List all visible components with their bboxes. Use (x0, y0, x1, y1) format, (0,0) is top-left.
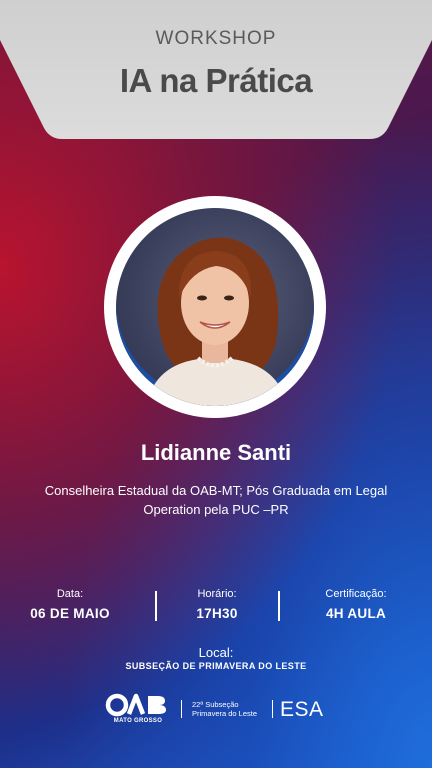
local-label: Local: (198, 645, 234, 660)
footer-logos: MATO GROSSO 22ª Subseção Primavera do Le… (0, 690, 432, 730)
info-date: Data: 06 DE MAIO (5, 588, 135, 621)
header-eyebrow: WORKSHOP (155, 28, 277, 49)
local-value: SUBSEÇÃO DE PRIMAVERA DO LESTE (125, 661, 307, 671)
oab-logo-subtitle: MATO GROSSO (113, 718, 163, 724)
subsecao-line1: 22ª Subseção (192, 700, 239, 709)
esa-logo: ESA (280, 698, 324, 721)
event-info-row: Data: 06 DE MAIO Horário: 17H30 Certific… (0, 588, 432, 628)
header-banner: WORKSHOP IA na Prática (0, 0, 432, 140)
info-certification-value: 4H AULA (325, 606, 387, 621)
speaker-photo (116, 208, 314, 406)
speaker-portrait-icon (146, 237, 288, 406)
subsecao-label: 22ª Subseção Primavera do Leste (192, 700, 257, 718)
page-title: IA na Prática (119, 62, 313, 99)
info-time-label: Horário: (197, 588, 237, 600)
info-date-label: Data: (56, 588, 84, 600)
info-time-value: 17H30 (196, 606, 238, 621)
info-date-value: 06 DE MAIO (30, 606, 110, 621)
footer-divider (181, 700, 182, 718)
speaker-bio: Conselheira Estadual da OAB-MT; Pós Grad… (44, 483, 388, 517)
info-time: Horário: 17H30 (152, 588, 282, 621)
footer-divider (272, 700, 273, 718)
info-divider (278, 591, 280, 621)
speaker-name: Lidianne Santi (140, 440, 292, 465)
info-certification: Certificação: 4H AULA (291, 588, 421, 621)
info-certification-label: Certificação: (325, 588, 387, 600)
subsecao-line2: Primavera do Leste (192, 709, 258, 718)
